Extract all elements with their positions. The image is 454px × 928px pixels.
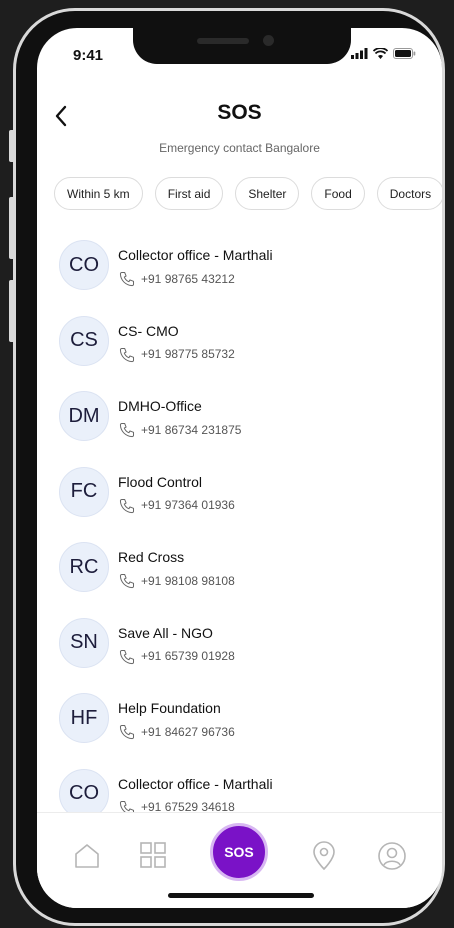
- phone-number: +91 84627 96736: [141, 724, 235, 739]
- avatar: RC: [59, 542, 109, 592]
- contact-name: DMHO-Office: [118, 398, 202, 414]
- avatar: CO: [59, 768, 109, 819]
- avatar: CO: [59, 240, 109, 290]
- phone-number: +91 98108 98108: [141, 573, 235, 588]
- contact-name: Red Cross: [118, 549, 185, 565]
- phone-icon: [119, 347, 135, 362]
- contact-name: Collector office - Marthali: [118, 247, 273, 263]
- filter-chips: Within 5 km First aid Shelter Food Docto…: [54, 177, 442, 210]
- status-icons: [351, 48, 416, 59]
- page-title: SOS: [217, 101, 262, 124]
- contact-item[interactable]: HF Help Foundation +91 84627 96736: [59, 692, 442, 768]
- filter-chip[interactable]: Shelter: [235, 177, 300, 210]
- filter-chip[interactable]: First aid: [154, 177, 224, 210]
- phone-icon: [119, 422, 135, 438]
- sos-button[interactable]: SOS: [210, 823, 268, 881]
- phone-row[interactable]: +91 98108 98108: [119, 572, 235, 589]
- contact-name: Collector office - Marthali: [118, 775, 273, 792]
- grid-icon[interactable]: [139, 841, 167, 869]
- camera: [263, 35, 274, 46]
- phone-icon: [119, 573, 135, 589]
- phone-number: +91 86734 231875: [141, 422, 242, 437]
- phone-icon: [119, 271, 135, 287]
- contact-item[interactable]: SN Save All - NGO +91 65739 01928: [59, 617, 442, 693]
- phone-number: +91 65739 01928: [141, 649, 235, 663]
- wifi-icon: [373, 48, 388, 59]
- avatar: HF: [59, 693, 109, 743]
- phone-icon: [119, 498, 135, 513]
- avatar: SN: [59, 617, 109, 668]
- contact-item[interactable]: FC Flood Control +91 97364 01936: [59, 466, 442, 542]
- home-indicator: [168, 893, 314, 898]
- phone-icon: [119, 649, 135, 664]
- app-screen: 9:41 SOS Emergency contact Bangalore Wit…: [37, 28, 442, 908]
- contact-name: Help Foundation: [118, 700, 221, 716]
- phone-row[interactable]: +91 97364 01936: [119, 497, 235, 514]
- contact-item[interactable]: CO Collector office - Marthali +91 98765…: [59, 239, 442, 315]
- phone-number: +91 97364 01936: [141, 498, 235, 512]
- battery-icon: [393, 48, 416, 59]
- contact-list: CO Collector office - Marthali +91 98765…: [59, 239, 442, 843]
- phone-icon: [119, 724, 135, 740]
- phone-row[interactable]: +91 84627 96736: [119, 723, 235, 740]
- avatar: CS: [59, 315, 109, 366]
- page-subtitle: Emergency contact Bangalore: [159, 141, 320, 155]
- speaker: [197, 38, 249, 44]
- phone-number: +91 98765 43212: [141, 271, 235, 286]
- contact-item[interactable]: RC Red Cross +91 98108 98108: [59, 541, 442, 617]
- phone-row[interactable]: +91 98775 85732: [119, 346, 235, 363]
- profile-icon[interactable]: [377, 841, 407, 871]
- filter-chip[interactable]: Food: [311, 177, 365, 210]
- signal-icon: [351, 48, 368, 59]
- bottom-nav: SOS: [37, 812, 442, 908]
- location-icon[interactable]: [311, 841, 337, 871]
- phone-number: +91 98775 85732: [141, 347, 235, 361]
- contact-name: Save All - NGO: [118, 624, 213, 641]
- contact-name: CS- CMO: [118, 322, 179, 339]
- status-time: 9:41: [73, 47, 104, 64]
- filter-chip[interactable]: Doctors: [376, 177, 442, 210]
- phone-row[interactable]: +91 86734 231875: [119, 421, 241, 438]
- contact-item[interactable]: DM DMHO-Office +91 86734 231875: [59, 390, 442, 466]
- filter-chip[interactable]: Within 5 km: [54, 177, 143, 210]
- contact-name: Flood Control: [118, 473, 203, 490]
- phone-row[interactable]: +91 98765 43212: [119, 270, 235, 287]
- home-icon[interactable]: [72, 841, 102, 871]
- notch: [133, 28, 351, 64]
- phone-row[interactable]: +91 65739 01928: [119, 648, 235, 665]
- contact-item[interactable]: CS CS- CMO +91 98775 85732: [59, 315, 442, 391]
- avatar: DM: [59, 391, 109, 441]
- avatar: FC: [59, 466, 109, 517]
